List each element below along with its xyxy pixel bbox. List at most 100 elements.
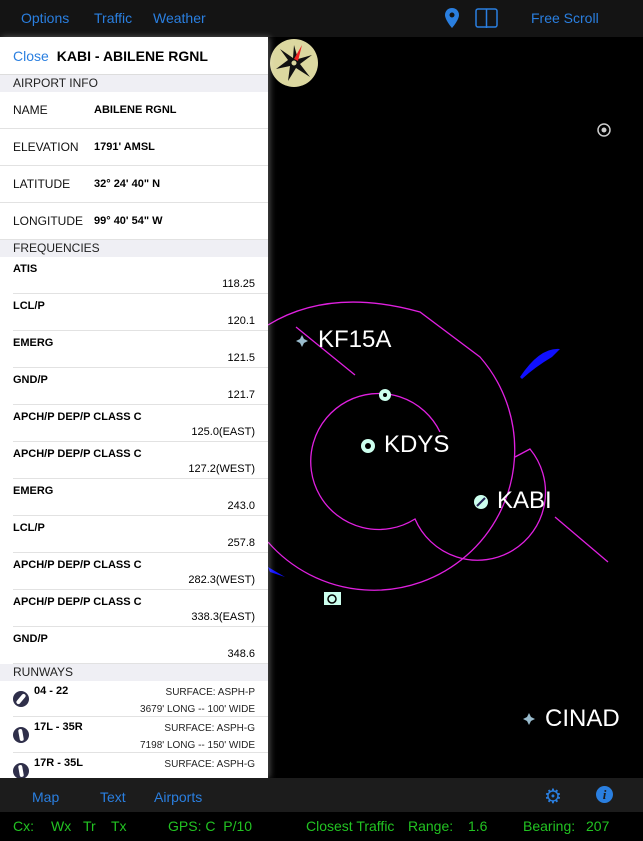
- frequency-value: 125.0(EAST): [191, 426, 255, 438]
- frequency-name: GND/P: [13, 374, 48, 386]
- waypoint-icon: [523, 713, 535, 725]
- map-label-cinad: CINAD: [545, 705, 620, 732]
- runway-icon: [13, 763, 29, 778]
- frequency-row[interactable]: APCH/P DEP/P CLASS C 125.0(EAST): [13, 405, 268, 442]
- frequency-value: 282.3(WEST): [188, 574, 255, 586]
- airport-info-panel: Close KABI - ABILENE RGNL AIRPORT INFO NA…: [0, 37, 268, 778]
- vor-icon[interactable]: [324, 592, 341, 605]
- info-label: LONGITUDE: [13, 214, 84, 228]
- frequency-row[interactable]: ATIS 118.25: [13, 257, 268, 294]
- status-cx: Cx:: [13, 818, 34, 834]
- status-bearing-label: Bearing:: [523, 818, 576, 834]
- runway-icon: [13, 727, 29, 743]
- frequency-value: 348.6: [227, 648, 255, 660]
- waypoint-icon: [296, 335, 308, 347]
- runway-icon: [13, 691, 29, 707]
- info-value: ABILENE RGNL: [94, 104, 177, 116]
- runway-row[interactable]: 17L - 35R SURFACE: ASPH-G 7198' LONG -- 15…: [13, 717, 268, 753]
- frequency-row[interactable]: GND/P 348.6: [13, 627, 268, 664]
- map-tab[interactable]: Map: [32, 789, 59, 805]
- info-icon[interactable]: i: [596, 786, 613, 803]
- frequency-row[interactable]: LCL/P 120.1: [13, 294, 268, 331]
- frequency-name: LCL/P: [13, 300, 45, 312]
- runway-id: 17R - 35L: [34, 757, 83, 769]
- frequency-name: APCH/P DEP/P CLASS C: [13, 448, 142, 460]
- section-header-runways: RUNWAYS: [0, 664, 268, 681]
- info-row: LATITUDE 32° 24' 40" N: [0, 166, 268, 203]
- status-bearing: 207: [586, 818, 610, 834]
- gear-icon[interactable]: ⚙: [544, 784, 562, 809]
- panel-title: KABI - ABILENE RGNL: [56, 47, 208, 64]
- frequency-row[interactable]: EMERG 243.0: [13, 479, 268, 516]
- book-icon[interactable]: [475, 8, 498, 29]
- status-tr: Tr: [83, 818, 96, 834]
- frequency-row[interactable]: APCH/P DEP/P CLASS C 127.2(WEST): [13, 442, 268, 479]
- airports-tab[interactable]: Airports: [154, 789, 202, 805]
- runway-surface: SURFACE: ASPH-P: [165, 687, 255, 698]
- runway-row[interactable]: 04 - 22 SURFACE: ASPH-P 3679' LONG -- 100'…: [13, 681, 268, 717]
- frequency-name: EMERG: [13, 485, 54, 497]
- frequency-value: 121.7: [227, 389, 255, 401]
- runway-id: 17L - 35R: [34, 721, 83, 733]
- lake: [268, 567, 285, 577]
- location-pin-icon[interactable]: [445, 8, 459, 28]
- frequency-name: EMERG: [13, 337, 54, 349]
- info-row: ELEVATION 1791' AMSL: [0, 129, 268, 166]
- runway-dimensions: 3679' LONG -- 100' WIDE: [140, 704, 255, 715]
- airport-icon[interactable]: [474, 495, 488, 509]
- frequency-row[interactable]: APCH/P DEP/P CLASS C 282.3(WEST): [13, 553, 268, 590]
- info-label: NAME: [13, 103, 48, 117]
- weather-button[interactable]: Weather: [153, 10, 206, 26]
- frequency-value: 118.25: [222, 278, 255, 290]
- section-header-airport-info: AIRPORT INFO: [0, 75, 268, 92]
- frequency-value: 257.8: [227, 537, 255, 549]
- info-value: 1791' AMSL: [94, 141, 155, 153]
- status-bar: Cx: Wx Tr Tx GPS: C P/10 Closest Traffic…: [0, 812, 643, 841]
- status-range-label: Range:: [408, 818, 454, 834]
- lake: [520, 348, 560, 379]
- frequency-value: 120.1: [227, 315, 255, 327]
- status-gps: GPS: C P/10: [168, 818, 253, 834]
- frequency-value: 121.5: [227, 352, 255, 364]
- frequency-row[interactable]: GND/P 121.7: [13, 368, 268, 405]
- runway-surface: SURFACE: ASPH-G: [164, 759, 255, 770]
- frequency-name: APCH/P DEP/P CLASS C: [13, 596, 142, 608]
- status-tx: Tx: [111, 818, 127, 834]
- frequency-value: 338.3(EAST): [191, 611, 255, 623]
- status-wx: Wx: [51, 818, 72, 834]
- runway-row[interactable]: 17R - 35L SURFACE: ASPH-G: [13, 753, 268, 778]
- runway-dimensions: 7198' LONG -- 150' WIDE: [140, 740, 255, 751]
- frequency-name: APCH/P DEP/P CLASS C: [13, 411, 142, 423]
- info-row: NAME ABILENE RGNL: [0, 92, 268, 129]
- info-value: 32° 24' 40" N: [94, 178, 161, 190]
- frequency-name: ATIS: [13, 263, 38, 275]
- map-label-kabi: KABI: [497, 487, 552, 514]
- bottom-toolbar: Map Text Airports ⚙ i: [0, 778, 643, 812]
- heliport-icon[interactable]: [379, 389, 391, 401]
- info-label: ELEVATION: [13, 140, 79, 154]
- runway-surface: SURFACE: ASPH-G: [164, 723, 255, 734]
- map-label-kf15a: KF15A: [318, 326, 392, 353]
- traffic-button[interactable]: Traffic: [94, 10, 132, 26]
- info-label: LATITUDE: [13, 177, 71, 191]
- frequency-name: GND/P: [13, 633, 48, 645]
- compass-rose-icon[interactable]: [270, 39, 318, 87]
- frequency-row[interactable]: APCH/P DEP/P CLASS C 338.3(EAST): [13, 590, 268, 627]
- info-value: 99° 40' 54" W: [94, 215, 163, 227]
- airport-icon[interactable]: [361, 439, 375, 453]
- navaid-icon[interactable]: [597, 123, 611, 137]
- options-button[interactable]: Options: [21, 10, 69, 26]
- info-row: LONGITUDE 99° 40' 54" W: [0, 203, 268, 240]
- top-toolbar: Options Traffic Weather Free Scroll: [0, 0, 643, 37]
- status-range: 1.6: [468, 818, 488, 834]
- frequency-row[interactable]: EMERG 121.5: [13, 331, 268, 368]
- close-button[interactable]: Close: [13, 48, 49, 64]
- map-label-kdys: KDYS: [384, 431, 450, 458]
- section-header-frequencies: FREQUENCIES: [0, 240, 268, 257]
- frequency-name: LCL/P: [13, 522, 45, 534]
- frequency-row[interactable]: LCL/P 257.8: [13, 516, 268, 553]
- frequency-name: APCH/P DEP/P CLASS C: [13, 559, 142, 571]
- free-scroll-button[interactable]: Free Scroll: [531, 10, 599, 26]
- status-closest-traffic: Closest Traffic: [306, 818, 395, 834]
- text-tab[interactable]: Text: [100, 789, 126, 805]
